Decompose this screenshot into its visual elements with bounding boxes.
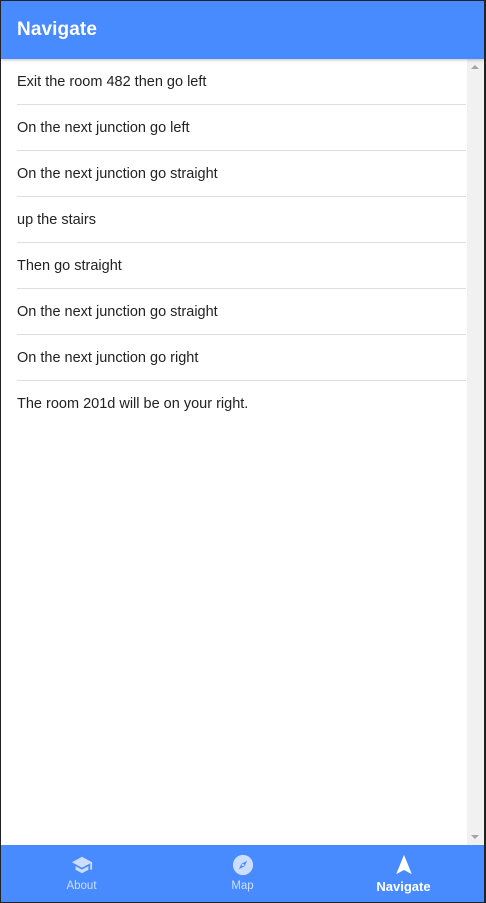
tab-navigate[interactable]: Navigate	[323, 845, 484, 902]
directions-content[interactable]: Exit the room 482 then go left On the ne…	[1, 59, 484, 845]
list-item: On the next junction go right	[17, 335, 466, 381]
navigate-icon	[395, 854, 412, 875]
direction-text: The room 201d will be on your right.	[17, 396, 249, 412]
tab-about[interactable]: About	[1, 845, 162, 902]
directions-list: Exit the room 482 then go left On the ne…	[1, 59, 466, 427]
direction-text: up the stairs	[17, 211, 96, 228]
list-item: On the next junction go straight	[17, 289, 466, 335]
toolbar: Navigate	[1, 1, 484, 59]
list-item: On the next junction go left	[17, 105, 466, 151]
app-window: Navigate Exit the room 482 then go left …	[0, 0, 486, 903]
direction-text: Then go straight	[17, 257, 122, 274]
direction-text: On the next junction go right	[17, 349, 199, 366]
tab-label: About	[66, 880, 97, 892]
direction-text: Exit the room 482 then go left	[17, 73, 207, 90]
direction-text: On the next junction go left	[17, 119, 190, 136]
tab-label: Map	[231, 880, 254, 892]
tab-bar: About Map Navigate	[1, 845, 484, 902]
page-title: Navigate	[17, 19, 98, 40]
list-item: up the stairs	[17, 197, 466, 243]
list-item: Then go straight	[17, 243, 466, 289]
scroll-up-arrow-icon[interactable]	[471, 65, 479, 69]
list-item: The room 201d will be on your right.	[17, 381, 466, 427]
school-icon	[71, 856, 92, 874]
scrollbar[interactable]	[467, 59, 484, 845]
scroll-down-arrow-icon[interactable]	[471, 835, 479, 839]
direction-text: On the next junction go straight	[17, 165, 218, 182]
direction-text: On the next junction go straight	[17, 303, 218, 320]
tab-label: Navigate	[376, 879, 431, 894]
list-item: On the next junction go straight	[17, 151, 466, 197]
tab-map[interactable]: Map	[162, 845, 323, 902]
list-item: Exit the room 482 then go left	[17, 59, 466, 105]
compass-icon	[232, 854, 253, 876]
